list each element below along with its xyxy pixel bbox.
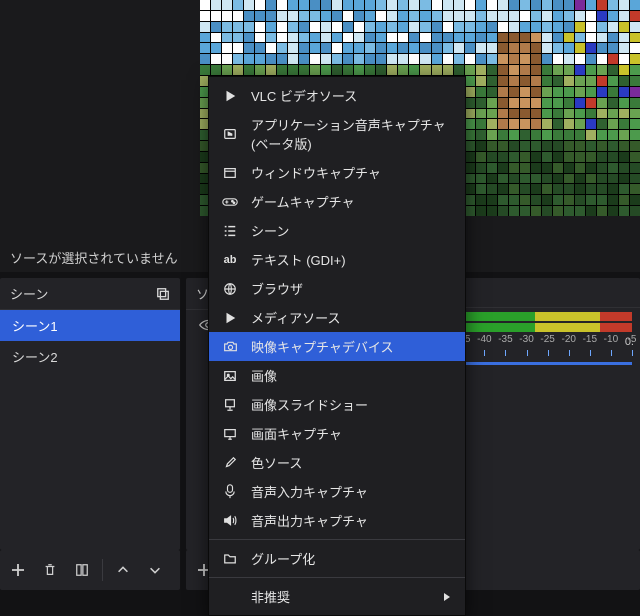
gamepad-icon [221, 193, 239, 211]
menu-item-label: 画面キャプチャ [251, 424, 451, 443]
meter-tick-label: -10 [604, 334, 618, 345]
menu-item-label: アプリケーション音声キャプチャ (ベータ版) [251, 115, 451, 153]
meter-tick-label: -30 [519, 334, 533, 345]
globe-icon [221, 280, 239, 298]
scene-item[interactable]: シーン1 [0, 310, 180, 341]
app-audio-icon [221, 125, 239, 143]
menu-item[interactable]: 非推奨 [209, 582, 465, 611]
image-icon [221, 367, 239, 385]
menu-item[interactable]: ゲームキャプチャ [209, 187, 465, 216]
add-scene-button[interactable] [4, 556, 32, 584]
scenes-header: シーン [0, 278, 180, 310]
scene-filters-button[interactable] [68, 556, 96, 584]
menu-item[interactable]: ブラウザ [209, 274, 465, 303]
menu-item[interactable]: 画像スライドショー [209, 390, 465, 419]
scene-list-icon [221, 222, 239, 240]
menu-item-label: 映像キャプチャデバイス [251, 337, 451, 356]
menu-item[interactable]: 画像 [209, 361, 465, 390]
menu-item-label: 色ソース [251, 453, 451, 472]
menu-item-label: 音声出力キャプチャ [251, 511, 451, 530]
blank-icon [221, 588, 239, 606]
meter-tick-label: -35 [498, 334, 512, 345]
add-source-context-menu: VLC ビデオソースアプリケーション音声キャプチャ (ベータ版) ウィンドウキャプ… [208, 76, 466, 616]
menu-item[interactable]: 音声入力キャプチャ [209, 477, 465, 506]
mic-icon [221, 483, 239, 501]
menu-item[interactable]: 映像キャプチャデバイス [209, 332, 465, 361]
popout-icon[interactable] [156, 287, 170, 301]
play-icon [221, 309, 239, 327]
menu-item-label: グループ化 [251, 549, 451, 568]
scene-label: シーン2 [12, 347, 58, 366]
menu-item-label: 音声入力キャプチャ [251, 482, 451, 501]
brush-icon [221, 454, 239, 472]
meter-tick-label: -15 [583, 334, 597, 345]
scene-label: シーン1 [12, 316, 58, 335]
folder-icon [221, 550, 239, 568]
menu-item[interactable]: 色ソース [209, 448, 465, 477]
no-source-selected-text: ソースが選択されていません [10, 248, 178, 267]
menu-item-label: テキスト (GDI+) [251, 250, 451, 269]
menu-item-label: 非推奨 [251, 587, 431, 606]
scenes-panel: シーン シーン1 シーン2 [0, 278, 180, 550]
menu-item[interactable]: メディアソース [209, 303, 465, 332]
menu-item-label: ウィンドウキャプチャ [251, 163, 451, 182]
speaker-icon [221, 512, 239, 530]
play-icon [221, 87, 239, 105]
menu-item[interactable]: シーン [209, 216, 465, 245]
submenu-arrow-icon [443, 592, 451, 602]
menu-item[interactable]: アプリケーション音声キャプチャ (ベータ版) [209, 110, 465, 158]
remove-scene-button[interactable] [36, 556, 64, 584]
menu-separator [209, 577, 465, 578]
slideshow-icon [221, 396, 239, 414]
menu-item-label: 画像 [251, 366, 451, 385]
text-icon: ab [221, 251, 239, 269]
meter-tick-label: -40 [477, 334, 491, 345]
scene-list: シーン1 シーン2 [0, 310, 180, 550]
meter-tick-label: -25 [540, 334, 554, 345]
window-icon [221, 164, 239, 182]
scene-item[interactable]: シーン2 [0, 341, 180, 372]
menu-item[interactable]: ab テキスト (GDI+) [209, 245, 465, 274]
scene-up-button[interactable] [109, 556, 137, 584]
menu-item[interactable]: グループ化 [209, 544, 465, 573]
meter-tick-label: -5 [628, 334, 637, 345]
menu-item-label: ブラウザ [251, 279, 451, 298]
menu-item[interactable]: VLC ビデオソース [209, 81, 465, 110]
menu-item-label: VLC ビデオソース [251, 86, 451, 105]
scene-down-button[interactable] [141, 556, 169, 584]
menu-item[interactable]: 音声出力キャプチャ [209, 506, 465, 535]
menu-item[interactable]: ウィンドウキャプチャ [209, 158, 465, 187]
menu-separator [209, 539, 465, 540]
menu-item-label: ゲームキャプチャ [251, 192, 451, 211]
scenes-title: シーン [10, 284, 48, 303]
meter-tick-label: -20 [561, 334, 575, 345]
camera-icon [221, 338, 239, 356]
menu-item-label: メディアソース [251, 308, 451, 327]
menu-item-label: 画像スライドショー [251, 395, 451, 414]
display-icon [221, 425, 239, 443]
menu-item[interactable]: 画面キャプチャ [209, 419, 465, 448]
menu-item-label: シーン [251, 221, 451, 240]
